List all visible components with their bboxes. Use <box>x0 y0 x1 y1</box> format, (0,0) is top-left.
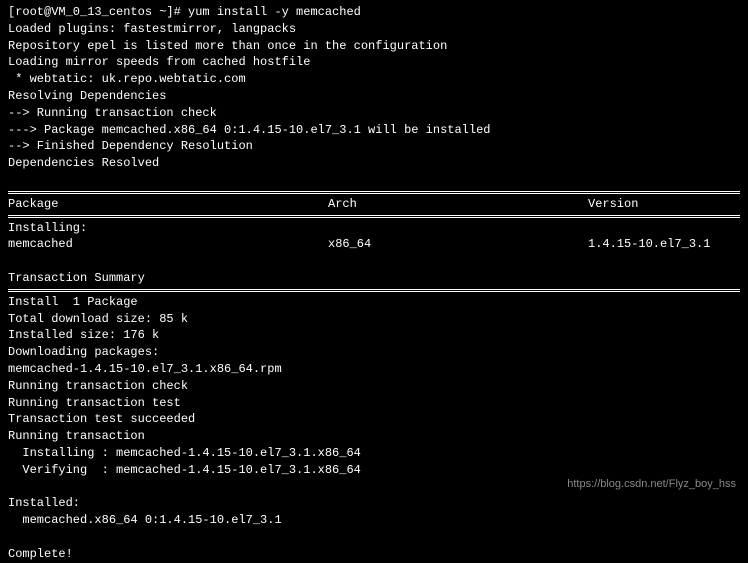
run-check: Running transaction check <box>8 378 740 395</box>
output-line: Resolving Dependencies <box>8 88 740 105</box>
blank-line <box>8 253 740 270</box>
test-ok: Transaction test succeeded <box>8 411 740 428</box>
output-line: ---> Package memcached.x86_64 0:1.4.15-1… <box>8 122 740 139</box>
installed-package: memcached.x86_64 0:1.4.15-10.el7_3.1 <box>8 512 740 529</box>
shell-prompt: [root@VM_0_13_centos ~]# yum install -y … <box>8 4 740 21</box>
output-line: Dependencies Resolved <box>8 155 740 172</box>
installing-label: Installing: <box>8 220 740 237</box>
install-count: Install 1 Package <box>8 294 740 311</box>
col-header-version: Version <box>588 196 740 213</box>
installed-size: Installed size: 176 k <box>8 327 740 344</box>
output-line: --> Finished Dependency Resolution <box>8 138 740 155</box>
transaction-summary-title: Transaction Summary <box>8 270 740 287</box>
divider <box>8 191 740 194</box>
watermark: https://blog.csdn.net/Flyz_boy_hss <box>567 477 736 492</box>
output-line: Repository epel is listed more than once… <box>8 38 740 55</box>
blank-line <box>8 529 740 546</box>
cell-package: memcached <box>8 236 328 253</box>
installing-step: Installing : memcached-1.4.15-10.el7_3.1… <box>8 445 740 462</box>
output-line: * webtatic: uk.repo.webtatic.com <box>8 71 740 88</box>
table-row: memcached x86_64 1.4.15-10.el7_3.1 <box>8 236 740 253</box>
run-transaction: Running transaction <box>8 428 740 445</box>
cell-arch: x86_64 <box>328 236 588 253</box>
cell-version: 1.4.15-10.el7_3.1 <box>588 236 740 253</box>
output-line: Loading mirror speeds from cached hostfi… <box>8 54 740 71</box>
divider <box>8 215 740 218</box>
col-header-package: Package <box>8 196 328 213</box>
installed-label: Installed: <box>8 495 740 512</box>
col-header-arch: Arch <box>328 196 588 213</box>
blank-line <box>8 172 740 189</box>
output-line: --> Running transaction check <box>8 105 740 122</box>
complete: Complete! <box>8 546 740 563</box>
output-line: Loaded plugins: fastestmirror, langpacks <box>8 21 740 38</box>
divider <box>8 289 740 292</box>
download-size: Total download size: 85 k <box>8 311 740 328</box>
rpm-file: memcached-1.4.15-10.el7_3.1.x86_64.rpm <box>8 361 740 378</box>
downloading-label: Downloading packages: <box>8 344 740 361</box>
table-header: Package Arch Version <box>8 196 740 213</box>
run-test: Running transaction test <box>8 395 740 412</box>
